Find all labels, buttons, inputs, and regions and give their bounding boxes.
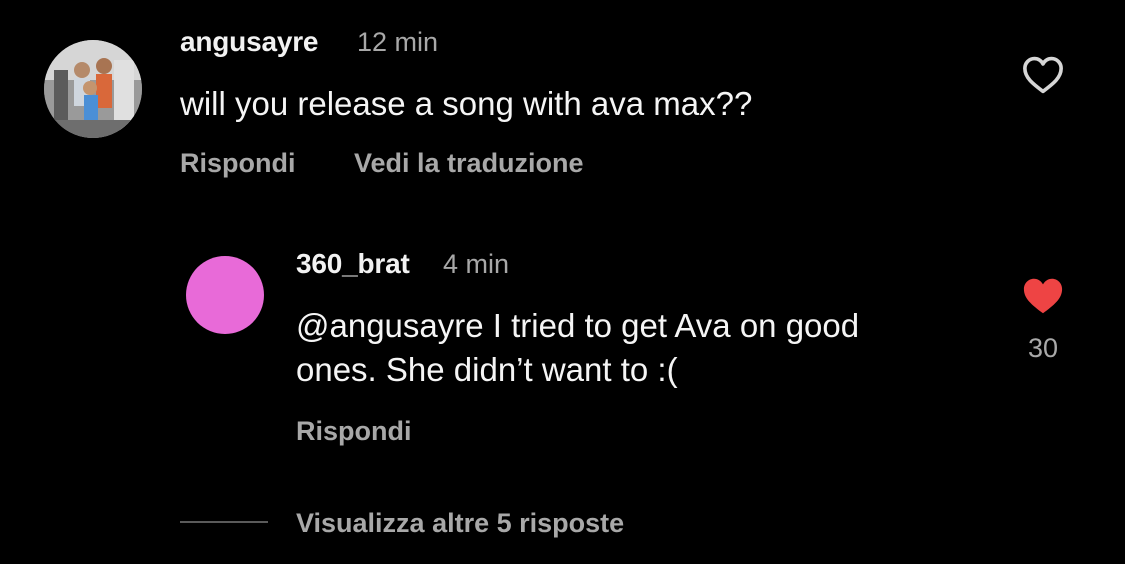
reply-button[interactable]: Rispondi [296,416,412,447]
reply-text-line-1: @angusayre I tried to get Ava on good [296,307,860,344]
reply-text-line-2: ones. She didn’t want to :( [296,351,678,388]
heart-filled-icon[interactable] [1021,276,1065,316]
reply-time: 4 min [443,249,510,279]
reply-username[interactable]: 360_brat [296,248,410,280]
heart-outline-icon[interactable] [1022,56,1064,94]
comment-username[interactable]: angusayre [180,26,318,58]
comment-text: will you release a song with ava max?? [180,85,753,122]
comment-time: 12 min [357,27,439,57]
reply-button[interactable]: Rispondi [180,148,296,179]
avatar-photo-image [44,40,142,138]
replies-divider [180,521,268,523]
avatar[interactable] [44,40,142,138]
view-more-replies-label[interactable]: Visualizza altre 5 risposte [296,508,624,539]
avatar[interactable] [186,256,264,334]
see-translation-button[interactable]: Vedi la traduzione [354,148,584,179]
like-count: 30 [1027,333,1059,363]
